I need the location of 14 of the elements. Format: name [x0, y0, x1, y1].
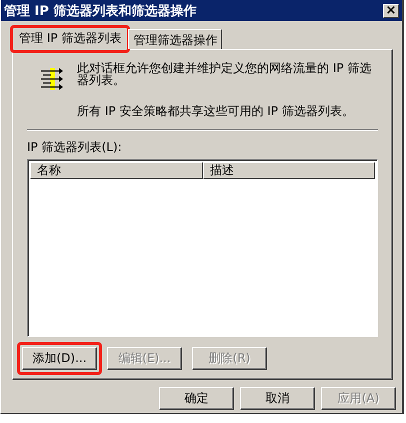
column-header[interactable]: 描述: [202, 162, 375, 179]
close-button[interactable]: ×: [383, 4, 399, 18]
description-text: 所有 IP 安全策略都共享这些可用的 IP 筛选器列表。: [77, 105, 355, 117]
filter-list[interactable]: 名称 描述: [27, 159, 378, 337]
tab[interactable]: 管理筛选器操作: [128, 29, 222, 49]
dialog-button[interactable]: 取消: [240, 387, 315, 410]
tab[interactable]: 管理 IP 筛选器列表: [12, 27, 128, 50]
dialog-button[interactable]: 确定: [159, 387, 234, 410]
list-label: IP 筛选器列表(L):: [27, 139, 123, 156]
dialog-button[interactable]: 添加(D)...: [22, 347, 97, 370]
description-text: 此对话框允许您创建并维护定义您的网络流量的 IP 筛选器列表。: [77, 62, 372, 89]
window-title: 管理 IP 筛选器列表和筛选器操作: [4, 2, 196, 20]
filter-arrows-icon: [39, 66, 63, 92]
column-header[interactable]: 名称: [30, 162, 203, 179]
